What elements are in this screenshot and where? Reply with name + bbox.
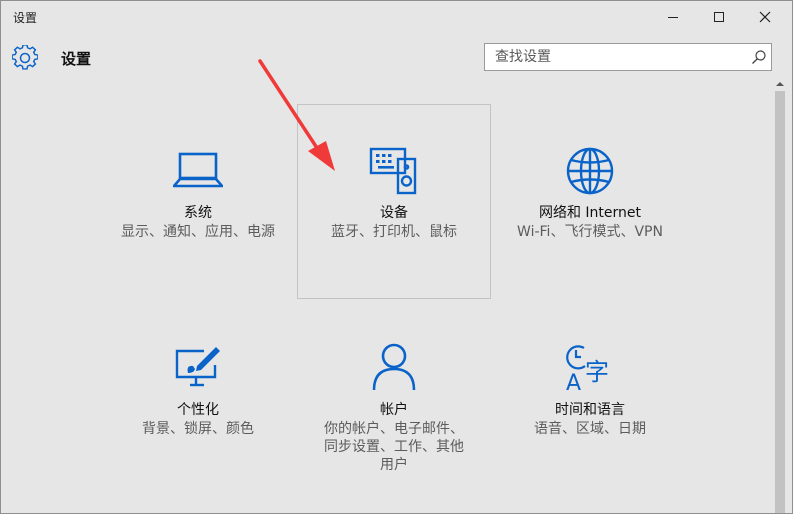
tile-time-language[interactable]: A 字 时间和语言 语音、区域、日期 bbox=[493, 301, 687, 501]
maximize-button[interactable] bbox=[696, 1, 742, 33]
tile-devices[interactable]: 设备 蓝牙、打印机、鼠标 bbox=[297, 104, 491, 299]
minimize-button[interactable] bbox=[650, 1, 696, 33]
tile-label: 系统 bbox=[184, 205, 212, 221]
tile-description: Wi-Fi、飞行模式、VPN bbox=[517, 224, 663, 240]
scroll-up-arrow-icon[interactable] bbox=[774, 77, 786, 91]
search-box[interactable] bbox=[484, 43, 772, 71]
tile-label: 时间和语言 bbox=[555, 402, 625, 418]
vertical-scrollbar[interactable] bbox=[774, 77, 786, 513]
globe-icon bbox=[566, 147, 614, 195]
svg-text:字: 字 bbox=[585, 358, 609, 386]
search-input[interactable] bbox=[485, 44, 755, 70]
tile-label: 个性化 bbox=[177, 402, 219, 418]
tile-description: 显示、通知、应用、电源 bbox=[121, 224, 275, 240]
window-title: 设置 bbox=[13, 11, 38, 25]
title-bar: 设置 bbox=[1, 1, 792, 33]
time-language-icon: A 字 bbox=[566, 345, 609, 392]
search-icon[interactable] bbox=[751, 49, 767, 65]
laptop-icon bbox=[173, 152, 223, 188]
tile-description: 你的帐户、电子邮件、同步设置、工作、其他用户 bbox=[324, 421, 464, 473]
tile-label: 设备 bbox=[380, 205, 408, 221]
tile-network[interactable]: 网络和 Internet Wi-Fi、飞行模式、VPN bbox=[493, 104, 687, 299]
tile-accounts[interactable]: 帐户 你的帐户、电子邮件、同步设置、工作、其他用户 bbox=[297, 301, 491, 501]
page-title: 设置 bbox=[61, 50, 92, 68]
minimize-icon bbox=[668, 17, 678, 18]
close-icon bbox=[759, 11, 771, 23]
close-button[interactable] bbox=[742, 1, 788, 33]
tile-label: 帐户 bbox=[380, 402, 408, 418]
tile-description: 语音、区域、日期 bbox=[534, 421, 646, 437]
devices-icon bbox=[369, 147, 417, 195]
settings-window: 设置 设置 查找设置 系统 显示、通知、应用、电源 设备 蓝牙、打印机、鼠标 网… bbox=[0, 0, 793, 514]
personalization-icon bbox=[175, 347, 220, 387]
tile-label: 网络和 Internet bbox=[538, 205, 642, 221]
tile-description: 蓝牙、打印机、鼠标 bbox=[331, 224, 457, 240]
gear-icon bbox=[12, 45, 38, 70]
person-icon bbox=[372, 343, 416, 391]
scrollbar-thumb[interactable] bbox=[775, 91, 785, 513]
tile-system[interactable]: 系统 显示、通知、应用、电源 bbox=[101, 104, 295, 299]
tile-description: 背景、锁屏、颜色 bbox=[142, 421, 254, 437]
svg-text:A: A bbox=[566, 371, 581, 392]
tile-personalization[interactable]: 个性化 背景、锁屏、颜色 bbox=[101, 301, 295, 501]
maximize-icon bbox=[714, 12, 724, 22]
